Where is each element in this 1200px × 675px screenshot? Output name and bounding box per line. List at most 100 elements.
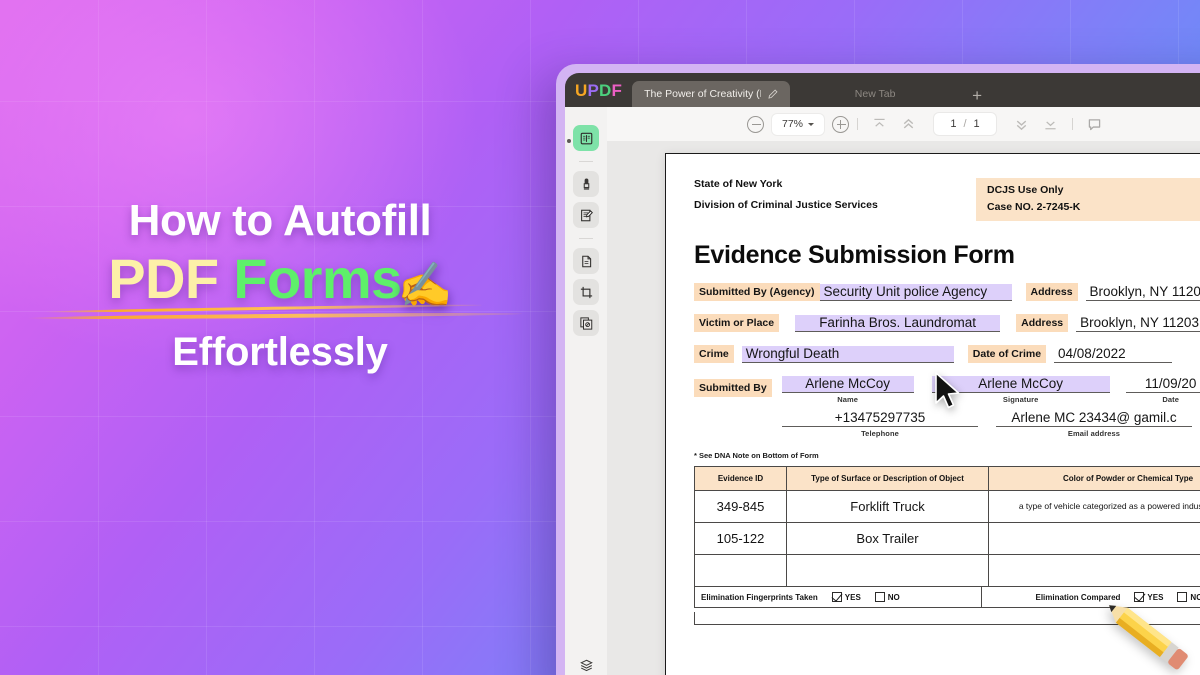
dna-note: * See DNA Note on Bottom of Form	[694, 451, 819, 460]
checkbox-left-no[interactable]: NO	[874, 592, 900, 602]
caption-date: Date	[1162, 395, 1179, 404]
cell-color[interactable]	[988, 554, 1200, 587]
layers-icon	[579, 659, 593, 672]
field-name[interactable]: Arlene McCoy	[781, 376, 914, 393]
state-line: State of New York	[694, 178, 783, 190]
zoom-level-value: 77%	[781, 118, 803, 130]
sidebar-item-ocr[interactable]	[573, 310, 599, 336]
pencil-illustration	[1109, 605, 1188, 670]
promo-word-forms: Forms	[233, 246, 402, 310]
pdf-canvas[interactable]: State of New York Division of Criminal J…	[607, 141, 1200, 675]
document-pane: 77% 1 / 1 State of New York Division of …	[607, 107, 1200, 675]
field-address-2[interactable]: Brooklyn, NY 11203	[1076, 315, 1200, 332]
total-pages-value: 1	[973, 118, 980, 130]
zoom-in-icon[interactable]	[832, 115, 849, 133]
new-tab-button[interactable]: +	[960, 87, 994, 107]
document-toolbar: 77% 1 / 1	[607, 107, 1200, 141]
sidebar-item-reader[interactable]	[573, 125, 599, 151]
promo-line-3: Effortlessly	[172, 330, 388, 375]
tab-new[interactable]: New Tab	[790, 81, 960, 107]
mouse-cursor	[935, 372, 960, 409]
pdf-page[interactable]: State of New York Division of Criminal J…	[665, 153, 1200, 675]
rail-bottom-group	[565, 658, 607, 675]
caption-telephone: Telephone	[861, 429, 899, 438]
cell-evidence-id[interactable]: 105-122	[694, 522, 787, 555]
dcjs-box: DCJS Use Only Case NO. 2-7245-K	[976, 178, 1200, 221]
toolbar-divider-2	[1072, 118, 1073, 130]
cell-color[interactable]	[988, 522, 1200, 555]
last-page-icon[interactable]	[1042, 116, 1059, 133]
sidebar-item-organize-pages[interactable]	[573, 248, 599, 274]
caption-name: Name	[837, 395, 859, 404]
crop-icon	[580, 286, 592, 298]
label-victim-or-place: Victim or Place	[694, 314, 780, 332]
zoom-level-select[interactable]: 77%	[772, 113, 824, 135]
promo-line-2: PDF Forms✍	[0, 246, 560, 310]
pencil-icon[interactable]	[767, 88, 778, 100]
field-email[interactable]: Arlene MC 23434@ gamil.c	[996, 410, 1192, 427]
sidebar-item-edit[interactable]	[573, 202, 599, 228]
cell-type[interactable]: Box Trailer	[786, 522, 989, 555]
promo-text-block: How to Autofill PDF Forms✍ Effortlessly	[0, 197, 560, 375]
zoom-out-icon[interactable]	[747, 115, 764, 133]
page-number-input[interactable]: 1 / 1	[934, 113, 996, 135]
logo-letter-p: P	[587, 81, 600, 100]
comment-bubble-icon[interactable]	[1086, 116, 1103, 133]
field-date-of-crime[interactable]: 04/08/2022	[1054, 346, 1173, 363]
dcjs-label: DCJS Use Only	[987, 184, 1064, 196]
field-telephone[interactable]: +13475297735	[782, 410, 978, 427]
field-date[interactable]: 11/09/20	[1125, 376, 1200, 393]
table-row[interactable]: 349-845 Forklift Truck a type of vehicle…	[694, 490, 1200, 523]
form-row-victim: Victim or Place Farinha Bros. Laundromat…	[694, 314, 1200, 332]
form-header-left: State of New York Division of Criminal J…	[694, 178, 976, 221]
evidence-table: Evidence ID Type of Surface or Descripti…	[694, 466, 1200, 587]
form-row-contact: +13475297735 Telephone Arlene MC 23434@ …	[694, 410, 1200, 438]
cell-telephone: +13475297735 Telephone	[782, 410, 978, 438]
field-agency[interactable]: Security Unit police Agency	[819, 284, 1012, 301]
table-row[interactable]: 105-122 Box Trailer	[694, 522, 1200, 555]
cell-color[interactable]: a type of vehicle categorized as a power…	[988, 490, 1200, 523]
checkbox-icon	[874, 592, 885, 602]
tab-new-label: New Tab	[854, 88, 896, 100]
left-tool-rail	[565, 107, 607, 675]
tab-document[interactable]: The Power of Creativity (E	[632, 81, 791, 107]
cell-evidence-id[interactable]: 349-845	[694, 490, 787, 523]
cell-date: 11/09/20 Date	[1125, 376, 1200, 404]
sidebar-item-layers[interactable]	[579, 658, 594, 675]
form-row-agency: Submitted By (Agency) Security Unit poli…	[694, 283, 1200, 301]
page-organize-icon	[581, 255, 591, 267]
chevron-down-icon	[808, 122, 814, 126]
label-submitted-by-agency: Submitted By (Agency)	[694, 283, 820, 301]
logo-letter-f: F	[611, 81, 623, 100]
sidebar-item-annotate[interactable]	[573, 171, 599, 197]
th-type-of-surface: Type of Surface or Description of Object	[786, 466, 989, 491]
form-title: Evidence Submission Form	[694, 241, 1015, 269]
logo-letter-d: D	[599, 81, 612, 100]
field-address-1[interactable]: Brooklyn, NY 11203	[1085, 284, 1200, 301]
checkbox-left-no-label: NO	[887, 592, 900, 602]
caption-email: Email address	[1067, 429, 1121, 438]
cell-name: Arlene McCoy Name	[781, 376, 914, 404]
tab-title: The Power of Creativity (E	[644, 88, 762, 100]
previous-page-icon[interactable]	[900, 116, 917, 133]
label-submitted-by: Submitted By	[694, 379, 772, 397]
label-elimination-fingerprints: Elimination Fingerprints Taken	[701, 592, 818, 602]
case-number: Case NO. 2-7245-K	[987, 201, 1081, 213]
sidebar-item-crop[interactable]	[573, 279, 599, 305]
th-evidence-id: Evidence ID	[694, 466, 787, 491]
rail-divider-1	[579, 161, 593, 162]
cell-evidence-id[interactable]	[694, 554, 787, 587]
first-page-icon[interactable]	[871, 116, 888, 133]
checkbox-left-yes[interactable]: YES	[831, 592, 861, 602]
logo-letter-u: U	[575, 81, 588, 100]
field-victim[interactable]: Farinha Bros. Laundromat	[795, 315, 1001, 332]
cell-type[interactable]: Forklift Truck	[786, 490, 989, 523]
field-crime[interactable]: Wrongful Death	[741, 346, 954, 363]
next-page-icon[interactable]	[1013, 116, 1030, 133]
rail-indicator-dot	[567, 139, 571, 143]
cell-type[interactable]	[786, 554, 989, 587]
form-row-crime: Crime Wrongful Death Date of Crime 04/08…	[694, 345, 1200, 363]
table-row[interactable]	[694, 554, 1200, 587]
th-color-of-powder: Color of Powder or Chemical Type	[988, 466, 1200, 491]
label-crime: Crime	[694, 345, 734, 363]
